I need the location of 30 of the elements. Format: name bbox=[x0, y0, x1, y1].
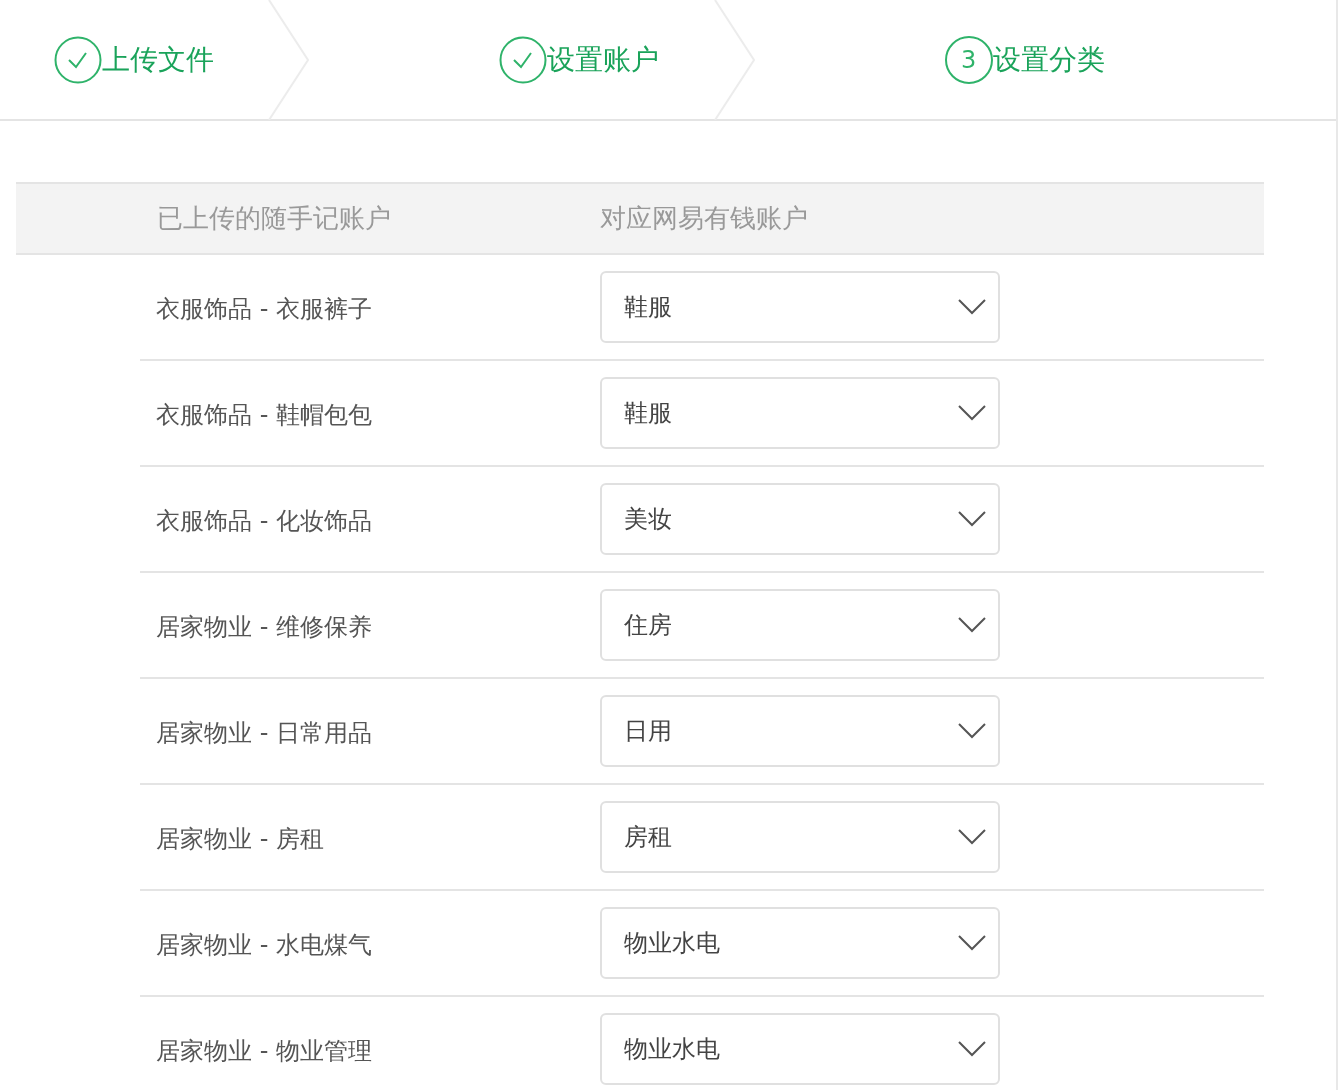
table-cell-text: 居家物业 - 水电煤气 bbox=[156, 930, 373, 961]
chevron-down-icon bbox=[958, 935, 986, 951]
dropdown[interactable]: 美妆 bbox=[600, 483, 1000, 555]
chevron-down-icon bbox=[958, 511, 986, 527]
table-cell-text: 居家物业 - 物业管理 bbox=[156, 1036, 373, 1067]
step-label: 上传文件 bbox=[102, 41, 214, 78]
chevron-down-icon bbox=[958, 1041, 986, 1057]
dropdown[interactable]: 物业水电 bbox=[600, 907, 1000, 979]
dropdown[interactable]: 鞋服 bbox=[600, 377, 1000, 449]
dropdown[interactable]: 鞋服 bbox=[600, 271, 1000, 343]
table-cell-text: 衣服饰品 - 化妆饰品 bbox=[156, 506, 373, 537]
chevron-down-icon bbox=[958, 299, 986, 315]
chevron-down-icon bbox=[958, 723, 986, 739]
dropdown[interactable]: 物业水电 bbox=[600, 1013, 1000, 1085]
table-cell-text: 居家物业 - 维修保养 bbox=[156, 612, 373, 643]
column-header: 已上传的随手记账户 bbox=[157, 202, 392, 235]
table-cell-text: 居家物业 - 房租 bbox=[156, 824, 325, 855]
chevron-down-icon bbox=[958, 405, 986, 421]
table-cell-text: 衣服饰品 - 鞋帽包包 bbox=[156, 400, 373, 431]
table-cell-text: 衣服饰品 - 衣服裤子 bbox=[156, 294, 373, 325]
chevron-down-icon bbox=[958, 617, 986, 633]
dropdown[interactable]: 房租 bbox=[600, 801, 1000, 873]
step-number: 3 bbox=[944, 35, 993, 84]
dropdown[interactable]: 住房 bbox=[600, 589, 1000, 661]
step-label: 设置分类 bbox=[992, 41, 1105, 78]
chevron-down-icon bbox=[958, 829, 986, 845]
table-cell-text: 居家物业 - 日常用品 bbox=[156, 718, 373, 749]
step-label: 设置账户 bbox=[547, 41, 660, 78]
dropdown[interactable]: 日用 bbox=[600, 695, 1000, 767]
column-header: 对应网易有钱账户 bbox=[600, 202, 808, 235]
